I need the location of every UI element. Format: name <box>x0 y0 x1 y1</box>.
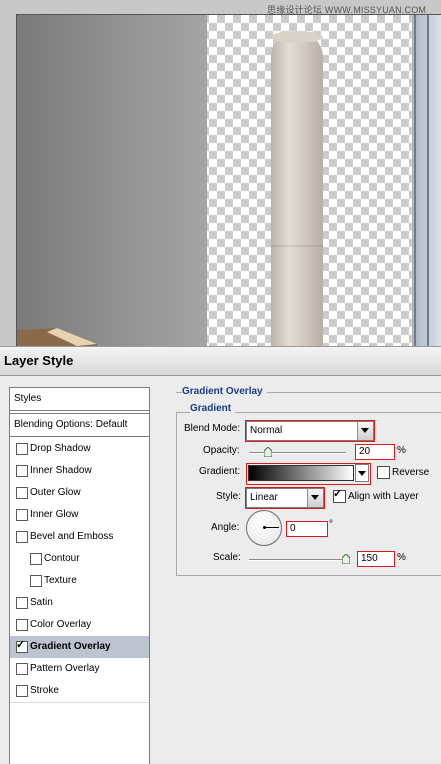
styles-list-header[interactable]: Styles <box>10 388 149 411</box>
style-item-checkbox[interactable] <box>30 553 42 565</box>
opacity-unit: % <box>397 445 406 456</box>
column-top <box>271 31 323 43</box>
style-item-label: Contour <box>44 553 80 564</box>
style-item[interactable]: Inner Shadow <box>10 460 149 483</box>
style-item-label: Satin <box>30 597 53 608</box>
style-item-checkbox[interactable] <box>16 531 28 543</box>
angle-indicator <box>264 527 279 528</box>
building-line <box>414 15 416 346</box>
angle-center-dot <box>263 526 266 529</box>
angle-input[interactable]: 0 <box>286 521 328 537</box>
opacity-slider-thumb[interactable] <box>264 447 273 457</box>
layer-style-dialog: Layer Style Styles Blending Options: Def… <box>0 346 441 764</box>
style-item[interactable]: ✓ Gradient Overlay <box>10 636 149 659</box>
building-line <box>427 15 429 346</box>
style-item-checkbox[interactable]: ✓ <box>16 639 28 653</box>
blend-mode-highlight <box>245 420 375 442</box>
style-item-label: Texture <box>44 575 77 586</box>
watermark: 思缘设计论坛 WWW.MISSYUAN.COM <box>267 5 427 15</box>
gradient-highlight <box>246 463 371 485</box>
angle-label: Angle: <box>211 522 240 533</box>
style-item-checkbox[interactable] <box>16 487 28 499</box>
angle-value: 0 <box>290 523 296 534</box>
style-item-checkbox[interactable] <box>16 465 28 477</box>
scale-label: Scale: <box>213 552 241 563</box>
blend-mode-label: Blend Mode: <box>184 423 241 434</box>
style-item[interactable]: Color Overlay <box>10 614 149 637</box>
style-item-label: Outer Glow <box>30 487 81 498</box>
style-item-label: Pattern Overlay <box>30 663 100 674</box>
reverse-label: Reverse <box>392 467 430 478</box>
style-item-label: Drop Shadow <box>30 443 91 454</box>
style-item[interactable]: Outer Glow <box>10 482 149 505</box>
style-item[interactable]: Bevel and Emboss <box>10 526 149 549</box>
checkmark-icon: ✓ <box>333 488 343 500</box>
opacity-label: Opacity: <box>203 445 240 456</box>
style-item-checkbox[interactable] <box>30 575 42 587</box>
style-item-label: Color Overlay <box>30 619 92 630</box>
blending-options-item[interactable]: Blending Options: Default <box>10 413 149 437</box>
style-item-checkbox[interactable] <box>16 597 28 609</box>
style-item-label: Inner Shadow <box>30 465 92 476</box>
scale-slider-track[interactable] <box>249 559 346 561</box>
style-item[interactable]: Pattern Overlay <box>10 658 149 681</box>
style-label: Style: <box>216 491 242 502</box>
angle-unit: ° <box>329 519 333 530</box>
style-item[interactable]: Drop Shadow <box>10 438 149 461</box>
checkmark-icon: ✓ <box>16 639 26 651</box>
style-item-label: Gradient Overlay <box>30 641 111 652</box>
style-item-checkbox[interactable] <box>16 509 28 521</box>
style-item-label: Bevel and Emboss <box>30 531 114 542</box>
opacity-value: 20 <box>359 446 371 457</box>
scale-input[interactable]: 150 <box>357 551 395 567</box>
style-item-checkbox[interactable] <box>16 685 28 697</box>
styles-header-label: Styles <box>14 393 42 404</box>
align-with-layer-label: Align with Layer <box>348 491 419 502</box>
group-title: Gradient <box>190 403 236 414</box>
style-item[interactable]: Stroke <box>10 680 149 703</box>
style-item[interactable]: Texture <box>10 570 149 593</box>
wood-floor-edge <box>17 328 97 346</box>
align-with-layer-checkbox[interactable]: ✓ <box>333 488 346 503</box>
document-canvas-area: 思缘设计论坛 WWW.MISSYUAN.COM <box>0 0 441 346</box>
scale-value: 150 <box>361 553 378 564</box>
style-item-label: Stroke <box>30 685 59 696</box>
dialog-title-bar[interactable]: Layer Style <box>0 346 441 376</box>
style-item-checkbox[interactable] <box>16 663 28 675</box>
gradient-label: Gradient: <box>199 466 241 477</box>
style-item[interactable]: Inner Glow <box>10 504 149 527</box>
concrete-column <box>271 33 323 346</box>
opacity-input[interactable]: 20 <box>355 444 395 460</box>
style-item-checkbox[interactable] <box>16 443 28 455</box>
document-image <box>16 14 441 346</box>
scale-unit: % <box>397 552 406 563</box>
grey-wall-layer <box>17 15 207 346</box>
style-highlight <box>245 487 325 509</box>
column-seam <box>271 245 323 247</box>
style-item[interactable]: Satin <box>10 592 149 615</box>
blending-options-label: Blending Options: Default <box>14 419 128 430</box>
styles-list: Styles Blending Options: Default Drop Sh… <box>9 387 150 764</box>
style-item-label: Inner Glow <box>30 509 79 520</box>
style-item-checkbox[interactable] <box>16 619 28 631</box>
reverse-checkbox[interactable] <box>377 466 390 479</box>
style-item[interactable]: Contour <box>10 548 149 571</box>
scale-slider-thumb[interactable] <box>342 554 350 564</box>
angle-dial[interactable] <box>246 510 282 546</box>
dialog-title: Layer Style <box>4 353 74 368</box>
section-title: Gradient Overlay <box>182 386 267 397</box>
